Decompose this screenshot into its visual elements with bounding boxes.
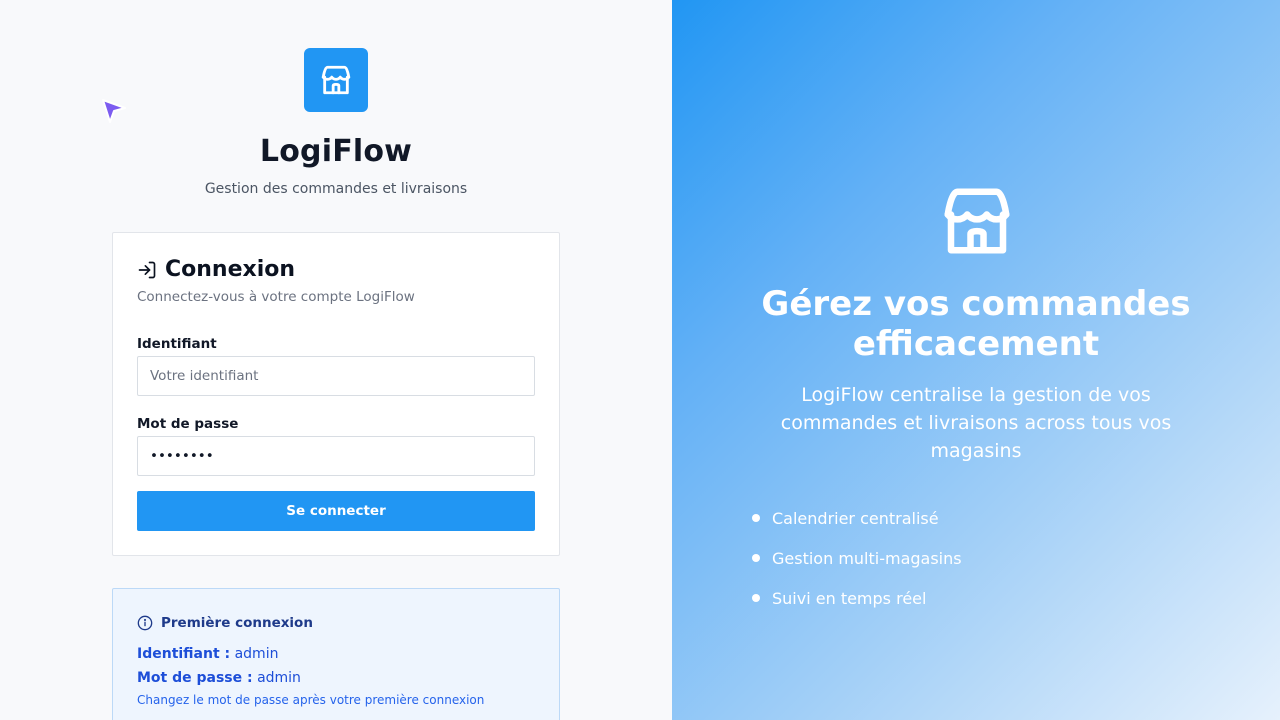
login-button[interactable]: Se connecter [137,491,535,531]
first-login-info: Première connexion Identifiant : admin M… [112,588,560,720]
username-label: Identifiant [137,336,217,352]
default-password-key: Mot de passe : [137,670,253,686]
default-username-key: Identifiant : [137,646,231,662]
feature-label: Gestion multi-magasins [772,548,962,568]
password-input[interactable] [137,436,535,476]
bullet-icon [752,594,760,602]
feature-item: Calendrier centralisé [752,498,962,538]
feature-item: Suivi en temps réel [752,578,962,618]
login-card: Connexion Connectez-vous à votre compte … [112,232,560,556]
default-username-row: Identifiant : admin [137,646,278,662]
hero-panel: Gérez vos commandes efficacement LogiFlo… [672,0,1280,720]
default-password-row: Mot de passe : admin [137,670,301,686]
feature-item: Gestion multi-magasins [752,538,962,578]
first-login-note: Changez le mot de passe après votre prem… [137,693,485,707]
store-icon [321,65,351,95]
login-panel: LogiFlow Gestion des commandes et livrai… [0,0,672,720]
first-login-title: Première connexion [161,615,313,631]
bullet-icon [752,554,760,562]
feature-label: Calendrier centralisé [772,508,939,528]
login-subtitle: Connectez-vous à votre compte LogiFlow [137,289,415,305]
login-icon [138,261,156,278]
hero-title: Gérez vos commandes efficacement [761,284,1191,364]
password-label: Mot de passe [137,416,239,432]
feature-label: Suivi en temps réel [772,588,927,608]
mouse-cursor-icon [102,99,126,123]
username-input[interactable] [137,356,535,396]
default-password-value: admin [257,670,301,686]
info-icon [137,615,153,631]
default-username-value: admin [234,646,279,662]
first-login-header: Première connexion [137,615,313,631]
hero-description: LogiFlow centralise la gestion de vos co… [780,384,1172,462]
feature-list: Calendrier centralisé Gestion multi-maga… [752,498,962,618]
login-card-header: Connexion [137,257,295,282]
store-icon [944,188,1010,254]
app-logo [304,48,368,112]
login-title: Connexion [165,257,296,282]
app-tagline: Gestion des commandes et livraisons [204,181,468,197]
app-name: LogiFlow [259,134,413,169]
bullet-icon [752,514,760,522]
